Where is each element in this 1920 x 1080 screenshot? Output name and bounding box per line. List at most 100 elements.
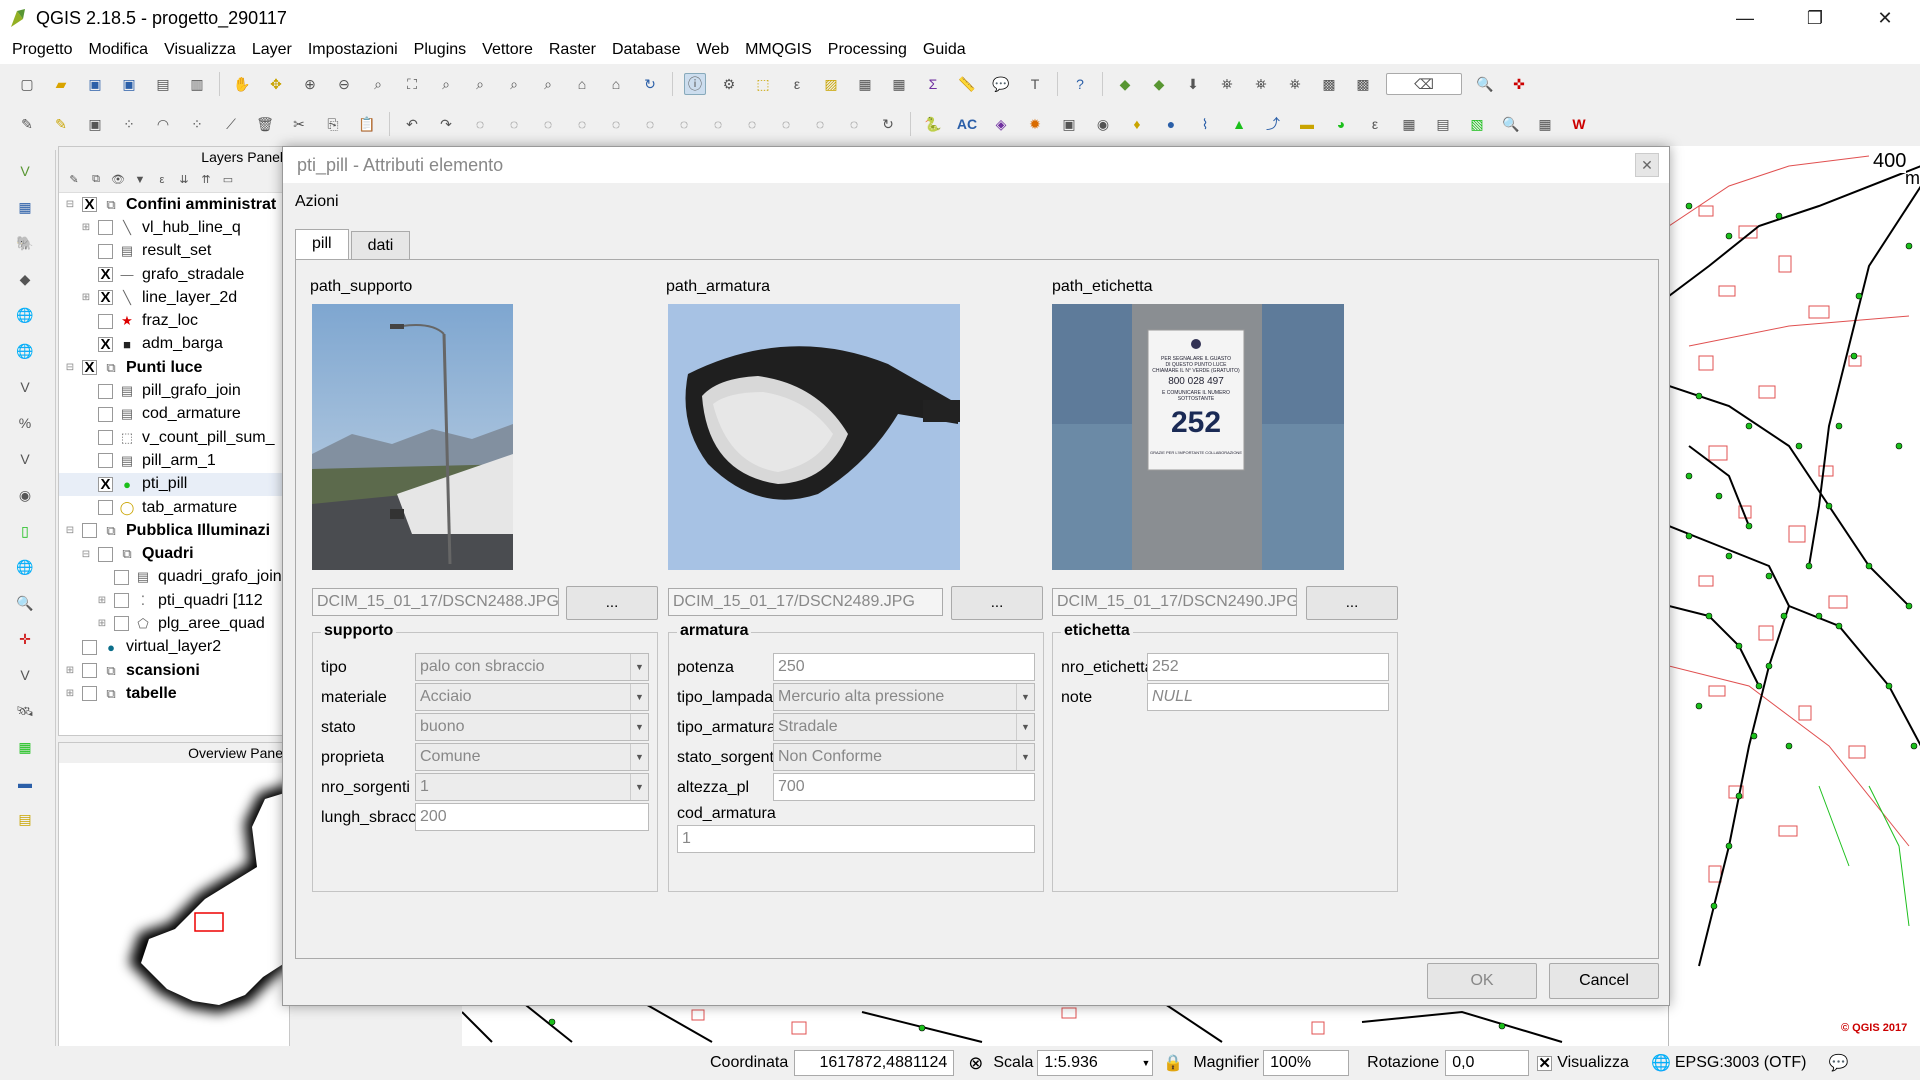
layer-row[interactable]: ▤ result_set: [59, 240, 289, 263]
menu-processing[interactable]: Processing: [820, 41, 915, 59]
menu-raster[interactable]: Raster: [541, 41, 604, 59]
path-etichetta-field[interactable]: DCIM_15_01_17/DSCN2490.JPG: [1052, 588, 1297, 616]
plugin-7-icon[interactable]: ⌇: [1194, 113, 1216, 135]
attribute-table-icon[interactable]: ▦: [854, 73, 876, 95]
plugin-17-icon[interactable]: ▦: [1534, 113, 1556, 135]
add-oracle-layer-icon[interactable]: 🌐: [14, 556, 36, 578]
map-canvas[interactable]: 400 m © QGIS 2017: [1668, 146, 1920, 1046]
layer-visibility-checkbox[interactable]: X: [98, 290, 113, 306]
deselect-icon[interactable]: ▨: [820, 73, 842, 95]
add-raster-layer-icon[interactable]: ▦: [14, 196, 36, 218]
add-wcs-layer-icon[interactable]: 🌐: [14, 340, 36, 362]
add-delimited-text-icon[interactable]: %: [14, 412, 36, 434]
add-vector-layer-icon[interactable]: V: [14, 160, 36, 182]
select-features-icon[interactable]: ⬚: [752, 73, 774, 95]
menu-web[interactable]: Web: [688, 41, 737, 59]
crs-label[interactable]: EPSG:3003 (OTF): [1675, 1054, 1807, 1072]
collapse-all-icon[interactable]: ⇈: [198, 172, 214, 188]
toggle-extents-icon[interactable]: ⊗: [968, 1053, 983, 1074]
plugin-10-icon[interactable]: ▬: [1296, 113, 1318, 135]
text-annotation-icon[interactable]: T: [1024, 73, 1046, 95]
add-postgis-layer-icon[interactable]: 🐘: [14, 232, 36, 254]
digitize-h-icon[interactable]: ◌: [707, 113, 729, 135]
digitize-e-icon[interactable]: ◌: [605, 113, 627, 135]
plugin-14-icon[interactable]: ▤: [1432, 113, 1454, 135]
cut-icon[interactable]: ✂: [288, 113, 310, 135]
magnifier-spinbox[interactable]: 100%: [1263, 1050, 1350, 1076]
altezza-pl-input[interactable]: 700: [773, 773, 1035, 801]
measure-icon[interactable]: 📏: [956, 73, 978, 95]
help-icon[interactable]: ?: [1069, 73, 1091, 95]
statistics-icon[interactable]: Σ: [922, 73, 944, 95]
layer-visibility-checkbox[interactable]: X: [98, 336, 113, 352]
note-input[interactable]: NULL: [1147, 683, 1389, 711]
layer-visibility-checkbox[interactable]: [82, 523, 97, 539]
layer-row[interactable]: X ● pti_pill: [59, 472, 289, 496]
georeferencer-icon[interactable]: ✛: [14, 628, 36, 650]
redo-icon[interactable]: ↷: [435, 113, 457, 135]
layer-visibility-checkbox[interactable]: [98, 313, 113, 329]
plugin-2-icon[interactable]: ✹: [1024, 113, 1046, 135]
open-project-icon[interactable]: ▰: [50, 73, 72, 95]
plugin-1-icon[interactable]: ◈: [990, 113, 1012, 135]
remove-layer-icon[interactable]: ▭: [220, 172, 236, 188]
zoom-layer-icon[interactable]: ⌕: [469, 73, 491, 95]
close-window-button[interactable]: ✕: [1850, 0, 1920, 36]
python-console-icon[interactable]: 🐍: [922, 113, 944, 135]
show-bookmarks-icon[interactable]: ⌂: [605, 73, 627, 95]
copy-icon[interactable]: ⎘: [322, 113, 344, 135]
menu-database[interactable]: Database: [604, 41, 689, 59]
plugin-5-icon[interactable]: ♦: [1126, 113, 1148, 135]
layer-visibility-checkbox[interactable]: [98, 430, 113, 446]
zoom-in-icon[interactable]: ⊕: [299, 73, 321, 95]
plugin-9-icon[interactable]: ⤴: [1262, 113, 1284, 135]
layer-row[interactable]: ⊞ ⬠ plg_aree_quad: [59, 612, 289, 635]
layer-row[interactable]: ▤ cod_armature: [59, 403, 289, 426]
manage-themes-icon[interactable]: 👁: [110, 172, 126, 188]
layer-visibility-checkbox[interactable]: X: [82, 197, 97, 213]
plugin-13-icon[interactable]: ▦: [1398, 113, 1420, 135]
render-checkbox[interactable]: ✕: [1537, 1055, 1553, 1071]
plugin-e-icon[interactable]: ⛯: [1250, 73, 1272, 95]
digitize-d-icon[interactable]: ◌: [571, 113, 593, 135]
browse-supporto-button[interactable]: ...: [566, 586, 658, 620]
layer-row[interactable]: ◯ tab_armature: [59, 496, 289, 519]
layer-visibility-checkbox[interactable]: [98, 406, 113, 422]
restore-button[interactable]: ❐: [1780, 0, 1850, 36]
layer-visibility-checkbox[interactable]: [98, 243, 113, 259]
expand-toggle-icon[interactable]: ⊟: [63, 525, 77, 536]
add-spatialite-layer-icon[interactable]: ◆: [14, 268, 36, 290]
cancel-button[interactable]: Cancel: [1549, 963, 1659, 999]
ok-button[interactable]: OK: [1427, 963, 1537, 999]
menu-progetto[interactable]: Progetto: [4, 41, 80, 59]
tab-pill[interactable]: pill: [295, 229, 349, 259]
plugin-c-icon[interactable]: ⬇: [1182, 73, 1204, 95]
refresh-icon[interactable]: ↻: [639, 73, 661, 95]
plugin-g-icon[interactable]: ▩: [1318, 73, 1340, 95]
tipo-lampada-combo[interactable]: Mercurio alta pressione ▼: [773, 683, 1035, 711]
map-canvas-bottom[interactable]: [462, 1002, 1668, 1046]
clear-search-icon[interactable]: ⌫: [1386, 73, 1462, 95]
rotation-spinbox[interactable]: 0,0: [1445, 1050, 1530, 1076]
autocomplete-icon[interactable]: AC: [956, 113, 978, 135]
layer-row[interactable]: ⊞ ⁚ pti_quadri [112: [59, 589, 289, 612]
layer-visibility-checkbox[interactable]: [114, 616, 129, 632]
toggle-editing-icon[interactable]: ✎: [50, 113, 72, 135]
digitize-b-icon[interactable]: ◌: [503, 113, 525, 135]
filter-legend-icon[interactable]: ▼: [132, 172, 148, 188]
move-feature-icon[interactable]: ⁘: [186, 113, 208, 135]
layer-visibility-checkbox[interactable]: [98, 453, 113, 469]
plugin-3-icon[interactable]: ▣: [1058, 113, 1080, 135]
digitize-g-icon[interactable]: ◌: [673, 113, 695, 135]
plugin-l3-icon[interactable]: ▦: [14, 736, 36, 758]
menu-layer[interactable]: Layer: [244, 41, 300, 59]
layer-row[interactable]: ⊞ X ╲ line_layer_2d: [59, 286, 289, 309]
new-print-composer-icon[interactable]: ▤: [152, 73, 174, 95]
layer-row[interactable]: ⊟ X ⧉ Confini amministrat: [59, 193, 289, 216]
digitize-c-icon[interactable]: ◌: [537, 113, 559, 135]
expand-toggle-icon[interactable]: ⊞: [63, 665, 77, 676]
layer-row[interactable]: ⊞ ⧉ scansioni: [59, 659, 289, 682]
add-circular-string-icon[interactable]: ◠: [152, 113, 174, 135]
layer-visibility-checkbox[interactable]: [82, 663, 97, 679]
new-bookmark-icon[interactable]: ⌂: [571, 73, 593, 95]
